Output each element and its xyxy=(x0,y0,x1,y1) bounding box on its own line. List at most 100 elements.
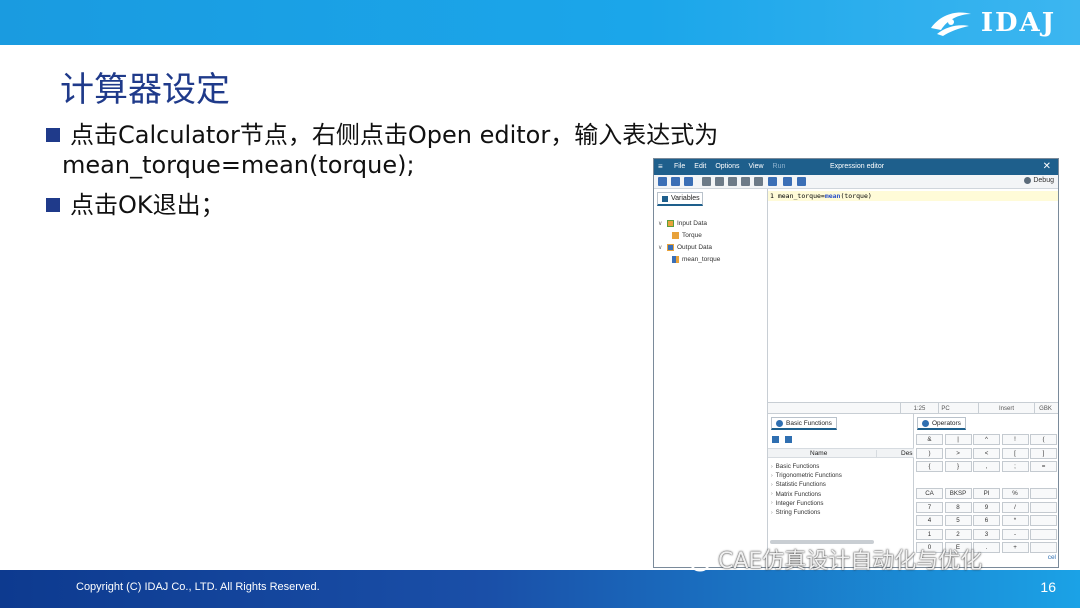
cut-icon[interactable] xyxy=(702,177,711,186)
chevron-right-icon: › xyxy=(771,509,773,516)
redo-icon[interactable] xyxy=(797,177,806,186)
list-item[interactable]: › String Functions xyxy=(771,508,842,517)
copy-icon[interactable] xyxy=(715,177,724,186)
menu-view[interactable]: View xyxy=(748,163,763,170)
logo-text: IDAJ xyxy=(980,8,1056,38)
tree-node-mean-torque[interactable]: mean_torque xyxy=(658,253,720,265)
tab-basic-functions[interactable]: Basic Functions xyxy=(771,417,837,430)
find-icon[interactable] xyxy=(754,177,763,186)
app-logo-icon: ≡ xyxy=(658,162,663,171)
collapse-all-icon[interactable] xyxy=(785,436,792,443)
operator-key[interactable]: ; xyxy=(1001,461,1029,472)
list-item[interactable]: › Statistic Functions xyxy=(771,480,842,489)
operators-icon xyxy=(922,419,929,427)
toolbar: Debug xyxy=(654,175,1058,189)
list-item[interactable]: › Basic Functions xyxy=(771,462,842,471)
menu-file[interactable]: File xyxy=(674,163,685,170)
bullet-square-icon xyxy=(46,128,60,142)
operator-key[interactable]: < xyxy=(973,447,1000,459)
operator-key[interactable]: 7 xyxy=(916,501,943,513)
tree-node-output-data[interactable]: ∨ Output Data xyxy=(658,241,720,253)
operator-key[interactable]: } xyxy=(944,461,972,472)
operator-key[interactable]: 4 xyxy=(916,515,943,526)
operator-key[interactable]: ( xyxy=(1030,434,1057,445)
operator-key[interactable]: + xyxy=(1001,542,1029,553)
close-icon[interactable]: ✕ xyxy=(1043,161,1051,172)
column-description[interactable]: Des xyxy=(876,450,913,457)
save-icon[interactable] xyxy=(684,177,693,186)
list-item-label: String Functions xyxy=(775,509,821,517)
watermark-text: CAE仿真设计自动化与优化 xyxy=(718,549,983,574)
operator-key[interactable] xyxy=(1030,501,1057,513)
tree-node-input-data[interactable]: ∨ Input Data xyxy=(658,217,720,229)
menu-run[interactable]: Run xyxy=(773,163,786,170)
expand-all-icon[interactable] xyxy=(772,436,779,443)
tab-operators[interactable]: Operators xyxy=(917,417,966,430)
input-data-icon xyxy=(667,219,674,227)
operator-key[interactable]: / xyxy=(1001,501,1029,513)
cancel-button-fragment[interactable]: cel xyxy=(1048,554,1056,561)
code-line[interactable]: 1 mean_torque=mean(torque) xyxy=(768,191,1058,201)
operator-key[interactable]: ] xyxy=(1030,447,1057,459)
operator-key[interactable]: * xyxy=(1001,515,1029,526)
operator-key[interactable]: % xyxy=(1001,488,1029,499)
variables-tree: ∨ Input Data Torque ∨ Output Data mean_t… xyxy=(658,217,720,265)
operator-key[interactable]: [ xyxy=(1001,447,1029,459)
operator-key[interactable]: = xyxy=(1030,461,1057,472)
operator-key[interactable]: , xyxy=(973,461,1000,472)
operator-key[interactable] xyxy=(1030,515,1057,526)
menu-options[interactable]: Options xyxy=(715,163,739,170)
functions-list: › Basic Functions › Trigonometric Function… xyxy=(771,462,842,517)
debug-label: Debug xyxy=(1033,177,1054,184)
operator-key[interactable]: 3 xyxy=(973,528,1000,540)
operator-key[interactable]: 2 xyxy=(944,528,972,540)
tree-label: Output Data xyxy=(677,243,713,251)
variables-icon xyxy=(662,195,668,202)
operator-key[interactable] xyxy=(1030,542,1057,553)
debug-button[interactable]: Debug xyxy=(1024,177,1054,184)
code-editor[interactable]: 1 mean_torque=mean(torque) xyxy=(768,189,1058,437)
list-item-label: Matrix Functions xyxy=(775,490,822,498)
operator-key[interactable]: ) xyxy=(916,447,943,459)
paste-icon[interactable] xyxy=(728,177,737,186)
operator-key[interactable]: 8 xyxy=(944,501,972,513)
column-name[interactable]: Name xyxy=(810,450,827,457)
open-file-icon[interactable] xyxy=(671,177,680,186)
tree-node-torque[interactable]: Torque xyxy=(658,229,720,241)
chevron-down-icon[interactable]: ∨ xyxy=(658,244,664,251)
operator-key[interactable]: - xyxy=(1001,528,1029,540)
operator-key[interactable]: & xyxy=(916,434,943,445)
expression-editor-window: ≡ File Edit Options View Run Expression … xyxy=(653,158,1059,568)
new-file-icon[interactable] xyxy=(658,177,667,186)
list-item[interactable]: › Matrix Functions xyxy=(771,490,842,499)
status-bar: 1:25 PC Insert GBK xyxy=(768,402,1058,414)
operator-key[interactable] xyxy=(1030,528,1057,540)
operator-key[interactable]: > xyxy=(944,447,972,459)
tab-variables[interactable]: Variables xyxy=(657,192,703,206)
menu-edit[interactable]: Edit xyxy=(694,163,706,170)
delete-icon[interactable] xyxy=(741,177,750,186)
code-args: (torque) xyxy=(840,192,872,200)
list-item-label: Statistic Functions xyxy=(775,481,826,489)
list-item[interactable]: › Integer Functions xyxy=(771,499,842,508)
operator-key[interactable]: 6 xyxy=(973,515,1000,526)
chevron-down-icon[interactable]: ∨ xyxy=(658,220,664,227)
operator-key[interactable]: 5 xyxy=(944,515,972,526)
operator-key[interactable] xyxy=(1030,488,1057,499)
operator-key[interactable]: 1 xyxy=(916,528,943,540)
list-item[interactable]: › Trigonometric Functions xyxy=(771,471,842,480)
operator-key[interactable]: ^ xyxy=(973,434,1000,445)
operator-key[interactable]: BKSP xyxy=(944,488,972,499)
operator-key[interactable]: ! xyxy=(1001,434,1029,445)
operator-keypad: & | ^!() > <[]{},; = CA BKSP PI% 7 8 9/4 5 6 * 1 2 3-0 E. + xyxy=(916,434,1057,553)
operator-key[interactable]: 9 xyxy=(973,501,1000,513)
operator-key[interactable]: | xyxy=(944,434,972,445)
format-icon[interactable] xyxy=(768,177,777,186)
output-data-icon xyxy=(667,243,674,251)
undo-icon[interactable] xyxy=(783,177,792,186)
operator-key[interactable]: CA xyxy=(916,488,943,499)
operator-key[interactable]: { xyxy=(916,461,943,472)
chevron-right-icon: › xyxy=(771,472,773,479)
chevron-right-icon: › xyxy=(771,500,773,507)
operator-key[interactable]: PI xyxy=(973,488,1000,499)
